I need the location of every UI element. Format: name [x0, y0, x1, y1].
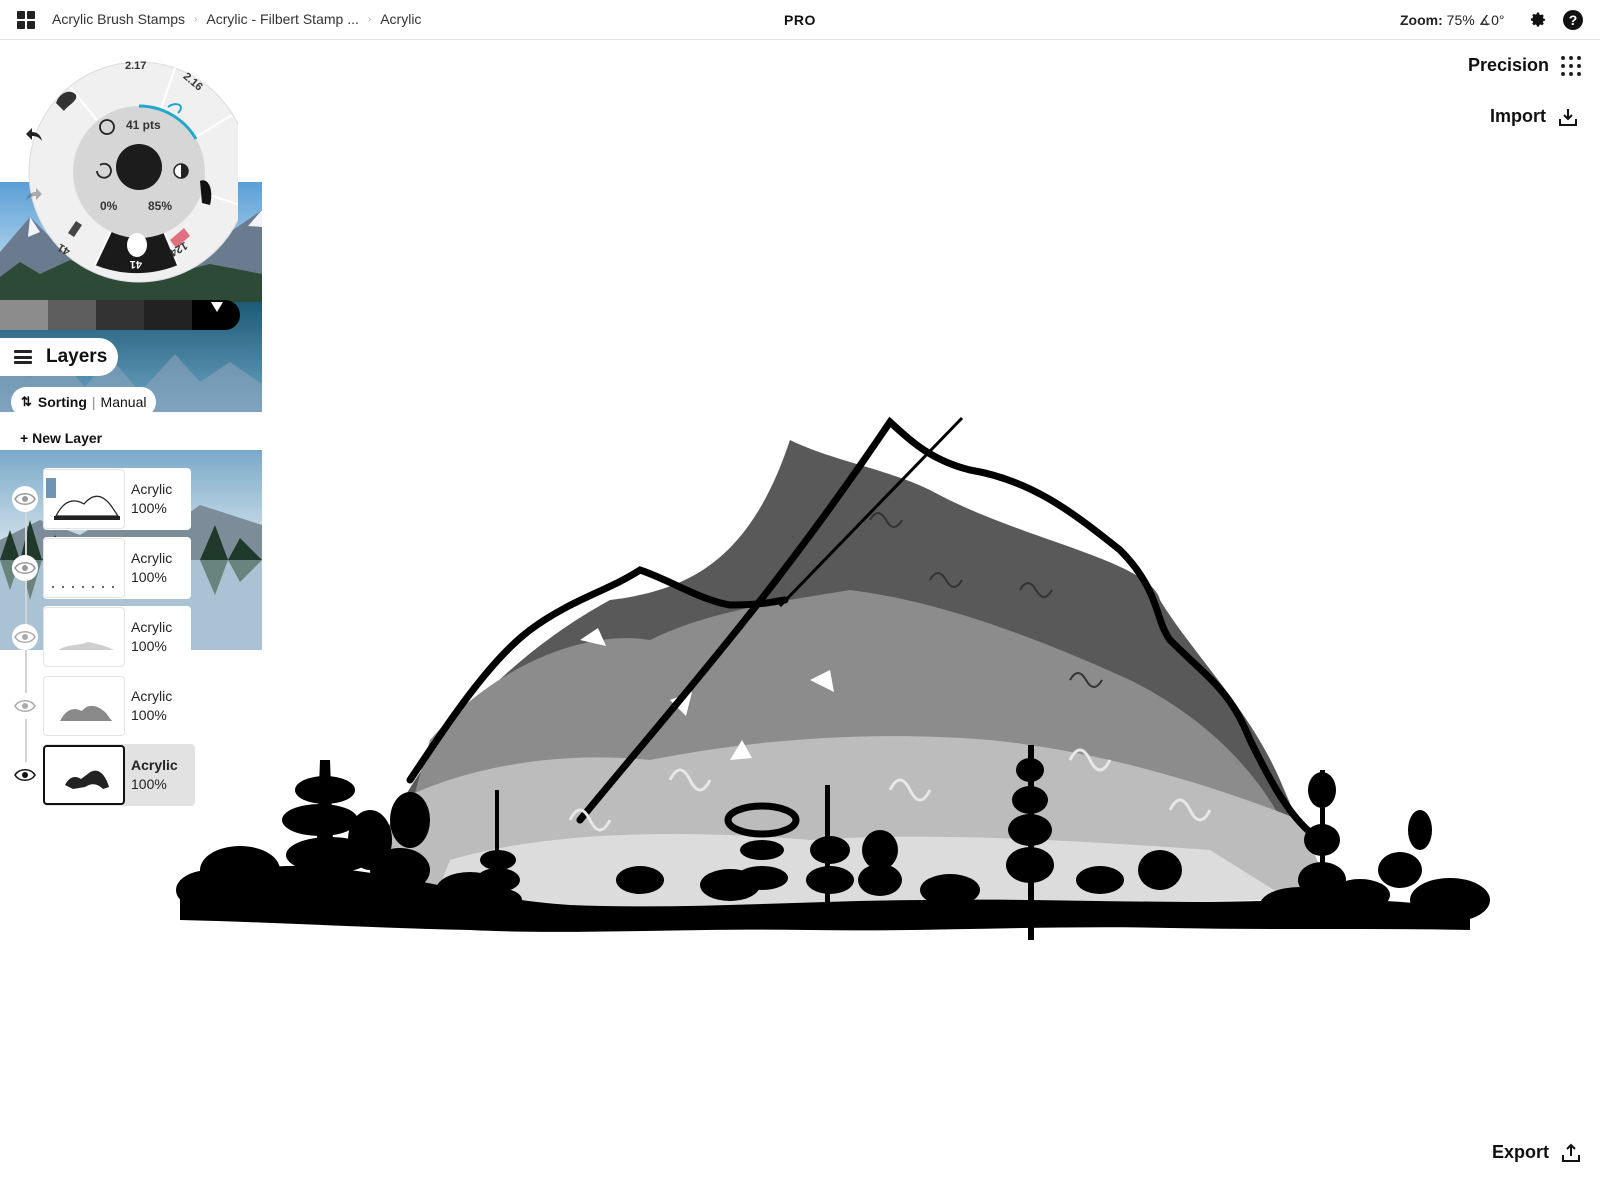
pro-button[interactable]: PRO — [784, 12, 816, 28]
layer-name: Acrylic — [131, 550, 173, 566]
color-swatch-row — [0, 300, 240, 330]
layer-opacity: 100% — [131, 707, 167, 723]
layer-opacity: 100% — [131, 569, 167, 585]
layer-thumbnail — [43, 469, 125, 529]
export-button[interactable]: Export — [1492, 1142, 1581, 1163]
top-bar: Acrylic Brush Stamps › Acrylic - Filbert… — [0, 0, 1600, 40]
angle-value: ∡0° — [1478, 12, 1505, 28]
eye-icon[interactable] — [12, 555, 38, 581]
sort-arrows-icon: ⇅ — [21, 394, 32, 409]
layer-thumbnail — [43, 676, 125, 736]
breadcrumb-item-brush[interactable]: Acrylic - Filbert Stamp ... — [206, 11, 358, 27]
color-swatch[interactable] — [48, 300, 96, 330]
layer-card[interactable]: Acrylic 100% — [43, 468, 191, 530]
apps-grid-icon[interactable] — [17, 11, 35, 29]
import-label: Import — [1490, 106, 1546, 126]
divider: | — [91, 394, 96, 410]
eye-icon[interactable] — [12, 624, 38, 650]
plus-icon: + — [20, 430, 29, 446]
color-swatch[interactable] — [144, 300, 192, 330]
precision-label: Precision — [1468, 55, 1550, 75]
layer-opacity: 100% — [131, 500, 167, 516]
precision-button[interactable]: Precision — [1468, 55, 1582, 76]
zoom-value: 75% — [1446, 12, 1475, 28]
export-icon — [1562, 1143, 1581, 1162]
breadcrumb-item-tool[interactable]: Acrylic — [380, 11, 421, 27]
color-swatch[interactable] — [96, 300, 144, 330]
layer-name: Acrylic — [131, 481, 173, 497]
preset-top-left-size: 2.17 — [125, 60, 146, 72]
import-button[interactable]: Import — [1490, 106, 1578, 127]
export-label: Export — [1492, 1142, 1550, 1162]
zoom-readout[interactable]: Zoom: 75% ∡0° — [1400, 12, 1505, 29]
gear-icon[interactable] — [1529, 11, 1547, 29]
layer-thumbnail — [43, 538, 125, 598]
eye-icon[interactable] — [12, 762, 38, 788]
breadcrumb-item-collection[interactable]: Acrylic Brush Stamps — [52, 11, 185, 27]
menu-icon — [14, 350, 32, 364]
canvas-drawing[interactable] — [170, 400, 1510, 980]
chevron-right-icon: › — [194, 13, 198, 25]
layers-button[interactable]: Layers — [0, 338, 118, 376]
brush-wheel[interactable]: 0% 85% 41 pts 2.17 2.16 41 41 124 — [20, 55, 238, 293]
layer-thumbnail — [43, 607, 125, 667]
redo-icon[interactable] — [24, 186, 44, 204]
opacity-value: 85% — [148, 199, 172, 213]
smoothing-value: 0% — [100, 199, 118, 213]
eye-icon[interactable] — [12, 693, 38, 719]
zoom-label: Zoom: — [1400, 12, 1443, 28]
eye-icon[interactable] — [12, 486, 38, 512]
layers-title: Layers — [46, 346, 108, 367]
layer-card[interactable]: Acrylic 100% — [43, 537, 191, 599]
color-swatch-selected[interactable] — [192, 300, 240, 330]
layer-name: Acrylic — [131, 619, 173, 635]
new-layer-button[interactable]: + New Layer — [20, 430, 102, 446]
preset-bottom-size: 41 — [130, 258, 142, 270]
color-swatch[interactable] — [0, 300, 48, 330]
layer-opacity: 100% — [131, 638, 167, 654]
chevron-right-icon: › — [367, 13, 372, 25]
brush-size-label: 41 pts — [126, 118, 161, 132]
layer-thumbnail — [43, 745, 125, 805]
sorting-value: Manual — [100, 394, 147, 410]
sorting-label: Sorting — [37, 394, 87, 410]
layer-name: Acrylic — [131, 688, 173, 704]
help-icon[interactable]: ? — [1563, 10, 1583, 30]
layer-card[interactable]: Acrylic 100% — [43, 606, 191, 668]
undo-icon[interactable] — [24, 126, 44, 144]
breadcrumb: Acrylic Brush Stamps › Acrylic - Filbert… — [52, 11, 421, 27]
selected-indicator-icon — [211, 302, 223, 312]
new-layer-label: New Layer — [32, 430, 103, 446]
import-icon — [1559, 108, 1577, 126]
sorting-button[interactable]: ⇅ Sorting | Manual — [11, 387, 157, 417]
layer-card[interactable]: Acrylic 100% — [43, 675, 191, 737]
grid-dots-icon — [1561, 55, 1582, 76]
